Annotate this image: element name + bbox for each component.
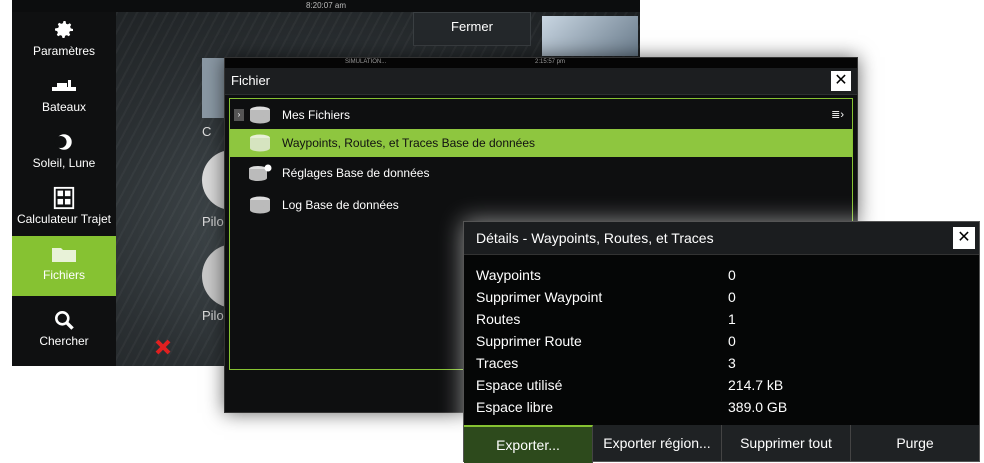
sidebar-label: Calculateur Trajet bbox=[16, 212, 112, 226]
database-settings-icon bbox=[249, 164, 272, 181]
close-icon[interactable]: ✕ bbox=[953, 227, 975, 249]
calculator-icon bbox=[53, 186, 75, 210]
tree-item-selected[interactable]: Waypoints, Routes, et Traces Base de don… bbox=[230, 129, 852, 157]
file-titlebar: Fichier ✕ bbox=[225, 68, 857, 95]
detail-row: Routes 1 bbox=[476, 309, 956, 330]
close-icon[interactable]: ✕ bbox=[831, 71, 851, 91]
database-icon bbox=[250, 134, 270, 152]
tree-item[interactable]: Log Base de données bbox=[230, 191, 852, 219]
boat-icon bbox=[52, 80, 76, 91]
mob-icon[interactable] bbox=[154, 338, 172, 356]
details-dialog: Détails - Waypoints, Routes, et Traces ✕… bbox=[463, 221, 980, 463]
pilot-label: Pilo bbox=[202, 308, 224, 323]
detail-label: Supprimer Route bbox=[476, 333, 582, 349]
tree-item-label: Log Base de données bbox=[282, 198, 399, 212]
detail-value: 0 bbox=[728, 289, 736, 305]
detail-label: Supprimer Waypoint bbox=[476, 289, 603, 305]
detail-row: Waypoints 0 bbox=[476, 265, 956, 286]
details-titlebar: Détails - Waypoints, Routes, et Traces ✕ bbox=[464, 222, 979, 255]
detail-row: Traces 3 bbox=[476, 353, 956, 374]
sidebar: Paramètres Bateaux Soleil, Lune Calculat… bbox=[12, 12, 116, 366]
gear-icon bbox=[55, 21, 73, 38]
sidebar-item-chercher[interactable]: Chercher bbox=[12, 302, 116, 358]
sidebar-item-calculateur-trajet[interactable]: Calculateur Trajet bbox=[12, 180, 116, 236]
sidebar-item-fichiers[interactable]: Fichiers bbox=[12, 236, 116, 296]
sidebar-label: Paramètres bbox=[32, 44, 96, 58]
tree-item-label: Waypoints, Routes, et Traces Base de don… bbox=[282, 136, 536, 150]
detail-value: 389.0 GB bbox=[728, 399, 788, 415]
window-title: Fichier bbox=[231, 73, 271, 88]
tree-item-label: Mes Fichiers bbox=[282, 108, 351, 122]
menu-icon[interactable]: ≣› bbox=[831, 101, 844, 129]
delete-all-button[interactable]: Supprimer tout bbox=[722, 425, 851, 461]
detail-row: Espace utilisé 214.7 kB bbox=[476, 375, 956, 396]
sidebar-label: Chercher bbox=[39, 334, 89, 348]
chart-thumbnail[interactable] bbox=[542, 16, 638, 56]
status-time: 2:15:57 pm bbox=[535, 59, 566, 65]
action-bar: Exporter... Exporter région... Supprimer… bbox=[464, 425, 979, 463]
detail-value: 1 bbox=[728, 311, 736, 327]
detail-value: 3 bbox=[728, 355, 736, 371]
detail-row: Supprimer Waypoint 0 bbox=[476, 287, 956, 308]
detail-value: 0 bbox=[728, 333, 736, 349]
sidebar-label: Fichiers bbox=[42, 268, 85, 282]
tree-item[interactable]: Réglages Base de données bbox=[230, 159, 852, 187]
detail-value: 214.7 kB bbox=[728, 377, 784, 393]
app-label: C bbox=[202, 124, 212, 139]
detail-row: Supprimer Route 0 bbox=[476, 331, 956, 352]
detail-label: Espace libre bbox=[476, 399, 554, 415]
sidebar-item-bateaux[interactable]: Bateaux bbox=[12, 68, 116, 124]
pilot-label: Pilo bbox=[202, 214, 224, 229]
moon-icon bbox=[54, 134, 72, 150]
detail-row: Espace libre 389.0 GB bbox=[476, 397, 956, 418]
close-button[interactable]: Fermer bbox=[413, 12, 531, 46]
detail-label: Waypoints bbox=[476, 267, 541, 283]
export-button[interactable]: Exporter... bbox=[464, 425, 593, 463]
detail-value: 0 bbox=[728, 267, 736, 283]
sidebar-label: Soleil, Lune bbox=[32, 156, 96, 170]
search-icon bbox=[55, 311, 74, 330]
tree-item[interactable]: › Mes Fichiers ≣› bbox=[230, 101, 852, 129]
expand-icon[interactable]: › bbox=[234, 109, 244, 121]
detail-label: Espace utilisé bbox=[476, 377, 563, 393]
database-icon bbox=[250, 106, 270, 124]
export-region-button[interactable]: Exporter région... bbox=[593, 425, 722, 461]
detail-label: Traces bbox=[476, 355, 519, 371]
status-text: SIMULATION... bbox=[345, 59, 387, 65]
status-bar: SIMULATION... 2:15:57 pm bbox=[225, 58, 857, 68]
tree-item-label: Réglages Base de données bbox=[282, 166, 430, 180]
detail-label: Routes bbox=[476, 311, 521, 327]
database-icon bbox=[250, 196, 270, 214]
sidebar-label: Bateaux bbox=[41, 100, 87, 114]
folder-icon bbox=[52, 248, 76, 262]
status-clock: 8:20:07 am bbox=[12, 0, 640, 12]
dialog-title: Détails - Waypoints, Routes, et Traces bbox=[476, 230, 714, 246]
sidebar-item-soleil-lune[interactable]: Soleil, Lune bbox=[12, 124, 116, 180]
purge-button[interactable]: Purge bbox=[851, 425, 979, 461]
sidebar-item-parametres[interactable]: Paramètres bbox=[12, 12, 116, 68]
